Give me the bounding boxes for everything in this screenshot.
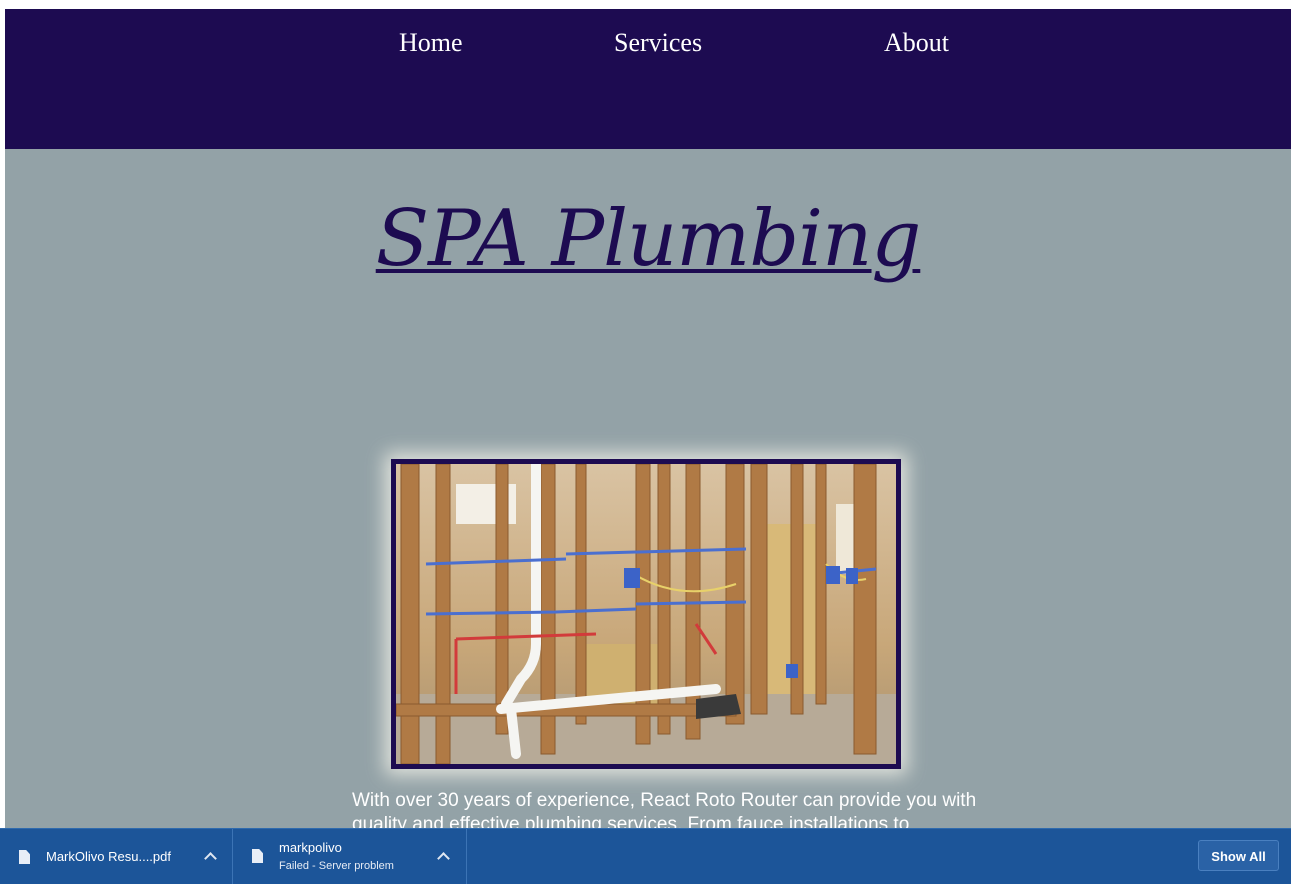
page-title: SPA Plumbing <box>5 189 1291 289</box>
download-bar: MarkOlivo Resu....pdf markpolivo Failed … <box>0 828 1291 884</box>
download-item[interactable]: MarkOlivo Resu....pdf <box>0 829 233 884</box>
plumbing-construction-photo <box>396 464 896 764</box>
nav-link-about[interactable]: About <box>884 27 949 59</box>
nav-link-services[interactable]: Services <box>614 27 702 59</box>
download-item[interactable]: markpolivo Failed - Server problem <box>234 829 467 884</box>
file-icon <box>252 849 263 863</box>
show-all-button[interactable]: Show All <box>1198 840 1279 871</box>
chevron-up-icon[interactable] <box>437 852 450 865</box>
page-title-link[interactable]: SPA Plumbing <box>376 194 922 284</box>
browser-viewport: Home Services About SPA Plumbing With ov… <box>5 9 1291 828</box>
chevron-up-icon[interactable] <box>204 852 217 865</box>
navbar: Home Services About <box>5 9 1291 149</box>
hero-image <box>391 459 901 769</box>
download-filename: markpolivo <box>279 840 342 855</box>
download-filename: MarkOlivo Resu....pdf <box>46 849 171 864</box>
nav-link-home[interactable]: Home <box>399 27 463 59</box>
download-status: Failed - Server problem <box>279 860 394 872</box>
file-icon <box>19 850 30 864</box>
intro-paragraph: With over 30 years of experience, React … <box>352 790 977 828</box>
